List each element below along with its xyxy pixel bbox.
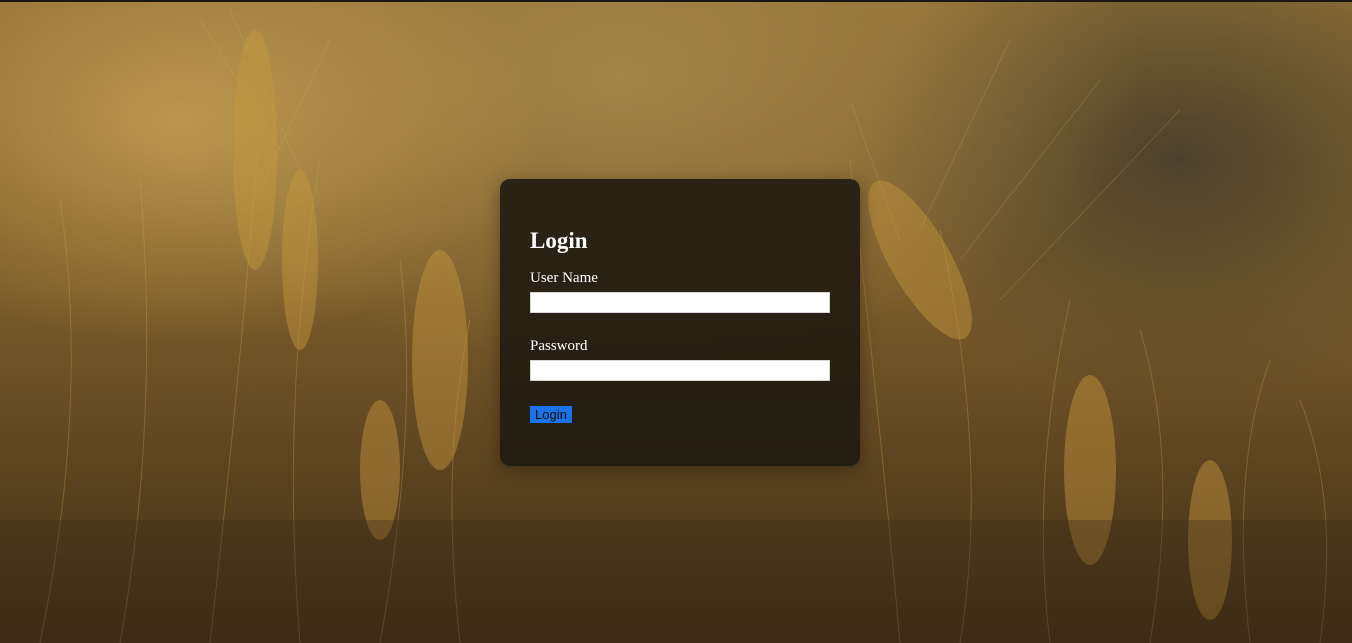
password-input[interactable] — [530, 360, 830, 381]
login-button[interactable]: Login — [530, 406, 572, 423]
login-title: Login — [530, 228, 588, 253]
username-input[interactable] — [530, 292, 830, 313]
username-label: User Name — [530, 270, 598, 286]
top-border — [0, 0, 1352, 2]
login-panel: Login User Name Password Login — [500, 179, 860, 466]
password-label: Password — [530, 338, 588, 354]
